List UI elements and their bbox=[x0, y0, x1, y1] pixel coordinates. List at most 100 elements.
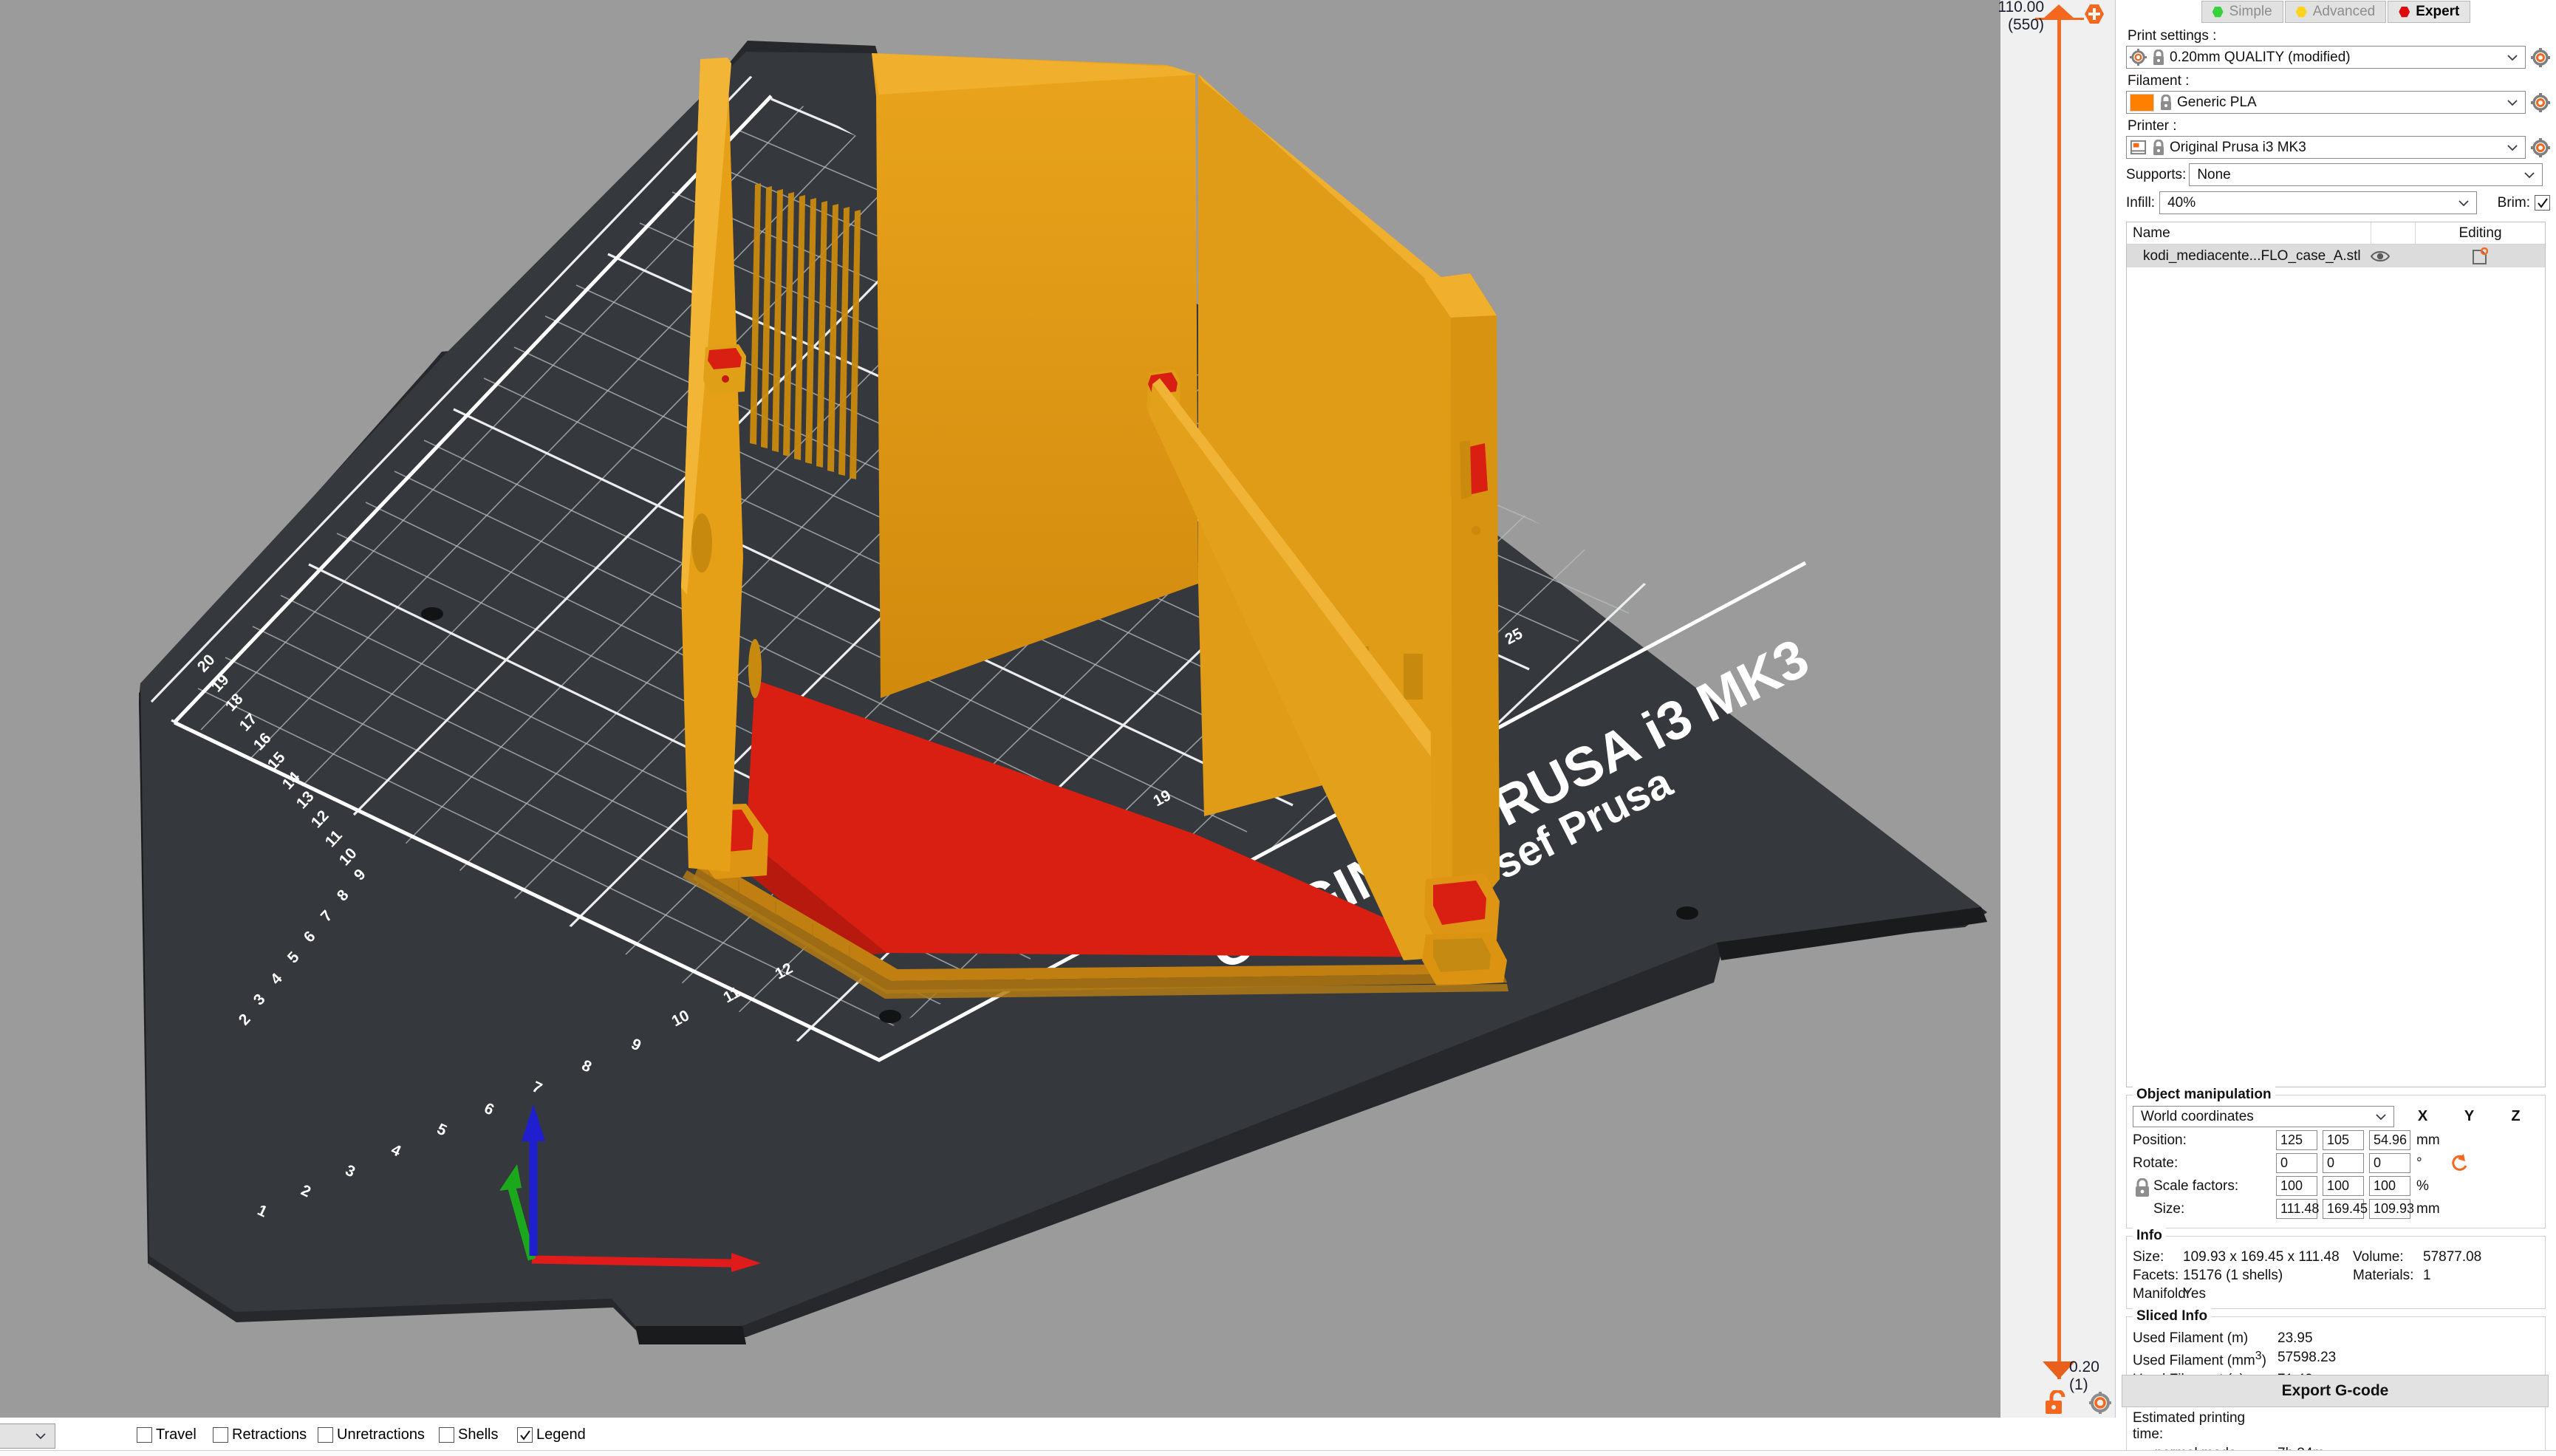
chevron-down-icon[interactable] bbox=[2457, 196, 2470, 210]
tab-expert[interactable]: Expert bbox=[2388, 1, 2470, 23]
object-manipulation-group: Object manipulation World coordinates X … bbox=[2126, 1095, 2546, 1228]
layer-slider-panel[interactable]: 110.00 (550) 0.20 (1) bbox=[2000, 0, 2115, 1418]
column-header-editing: Editing bbox=[2415, 222, 2545, 245]
legend-checkbox-row[interactable]: Legend bbox=[517, 1426, 586, 1443]
infill-combo[interactable]: 40% bbox=[2159, 191, 2477, 214]
infill-brim-row: Infill: 40% Brim: bbox=[2126, 191, 2550, 214]
coordinate-system-combo[interactable]: World coordinates bbox=[2133, 1106, 2394, 1127]
size-x-input[interactable]: 111.48 bbox=[2276, 1199, 2317, 1219]
lock-closed-icon bbox=[2159, 95, 2173, 111]
column-header-name: Name bbox=[2127, 225, 2371, 242]
print-settings-label: Print settings : bbox=[2128, 28, 2550, 44]
info-volume-value: 57877.08 bbox=[2423, 1249, 2481, 1265]
tab-expert-label: Expert bbox=[2416, 4, 2459, 20]
printer-gear-icon[interactable] bbox=[2531, 138, 2550, 157]
expert-mode-dot-icon bbox=[2399, 7, 2410, 18]
retractions-checkbox[interactable] bbox=[213, 1427, 228, 1443]
uniform-scale-lock-icon[interactable] bbox=[2134, 1178, 2150, 1197]
layer-slider-top-label: 110.00 (550) bbox=[1970, 0, 2044, 34]
unlock-icon[interactable] bbox=[2043, 1390, 2072, 1415]
brim-checkbox[interactable] bbox=[2535, 195, 2550, 211]
brim-label: Brim: bbox=[2498, 195, 2530, 211]
eye-icon[interactable] bbox=[2371, 250, 2390, 263]
unretractions-checkbox[interactable] bbox=[318, 1427, 333, 1443]
check-icon bbox=[2537, 197, 2549, 209]
size-row: Size: 111.48 169.45 109.93 mm bbox=[2133, 1199, 2539, 1219]
export-gcode-button[interactable]: Export G-code bbox=[2122, 1375, 2549, 1407]
printer-icon bbox=[2130, 139, 2147, 156]
filament-value: Generic PLA bbox=[2173, 95, 2506, 111]
info-size-label: Size: bbox=[2133, 1249, 2183, 1265]
scale-row: Scale factors: 100 100 100 % bbox=[2133, 1176, 2539, 1196]
3d-scene[interactable]: 1 2 3 4 5 6 7 8 9 10 11 12 13 14 15 16 1 bbox=[0, 0, 2000, 1418]
chevron-down-icon[interactable] bbox=[34, 1429, 47, 1443]
object-list[interactable]: Name Editing kodi_mediacente...FLO_case_… bbox=[2126, 222, 2546, 1087]
rotate-z-input[interactable]: 0 bbox=[2369, 1153, 2410, 1173]
size-z-input[interactable]: 109.93 bbox=[2369, 1199, 2410, 1219]
layer-bottom-height: 0.20 bbox=[2069, 1358, 2099, 1375]
coordinate-system-value: World coordinates bbox=[2136, 1109, 2374, 1125]
filament-gear-icon[interactable] bbox=[2531, 93, 2550, 112]
position-z-input[interactable]: 54.96 bbox=[2369, 1130, 2410, 1150]
tab-advanced[interactable]: Advanced bbox=[2285, 1, 2387, 23]
supports-row: Supports: None bbox=[2126, 163, 2550, 186]
info-size-value: 109.93 x 169.45 x 111.48 bbox=[2183, 1249, 2353, 1265]
feature-type-combo[interactable]: ypes bbox=[0, 1423, 55, 1449]
unretractions-checkbox-row[interactable]: Unretractions bbox=[318, 1426, 425, 1443]
object-list-row[interactable]: kodi_mediacente...FLO_case_A.stl bbox=[2127, 245, 2545, 267]
feature-type-value: ypes bbox=[0, 1428, 34, 1445]
scale-x-input[interactable]: 100 bbox=[2276, 1176, 2317, 1196]
object-editing-cell[interactable] bbox=[2415, 247, 2545, 265]
filament-combo[interactable]: Generic PLA bbox=[2126, 91, 2526, 114]
travel-checkbox-row[interactable]: Travel bbox=[137, 1426, 197, 1443]
travel-checkbox[interactable] bbox=[137, 1427, 152, 1443]
object-visibility-cell[interactable] bbox=[2371, 250, 2415, 263]
retractions-checkbox-row[interactable]: Retractions bbox=[213, 1426, 307, 1443]
print-settings-combo[interactable]: 0.20mm QUALITY (modified) bbox=[2126, 46, 2526, 69]
info-size-line: Size: 109.93 x 169.45 x 111.48 Volume: 5… bbox=[2133, 1249, 2539, 1265]
scale-z-input[interactable]: 100 bbox=[2369, 1176, 2410, 1196]
supports-combo[interactable]: None bbox=[2189, 163, 2543, 186]
tab-simple[interactable]: Simple bbox=[2201, 1, 2283, 23]
print-preset-icon bbox=[2130, 49, 2147, 66]
column-header-visibility bbox=[2371, 222, 2415, 245]
chevron-down-icon[interactable] bbox=[2506, 96, 2519, 109]
printer-value: Original Prusa i3 MK3 bbox=[2165, 140, 2506, 156]
shells-checkbox[interactable] bbox=[439, 1427, 454, 1443]
axis-header-z: Z bbox=[2492, 1108, 2539, 1125]
sliced-value-filament-mm3: 57598.23 bbox=[2277, 1350, 2336, 1369]
chevron-down-icon[interactable] bbox=[2506, 51, 2519, 64]
layer-slider-track[interactable] bbox=[2057, 16, 2061, 1379]
3d-viewport[interactable]: 1 2 3 4 5 6 7 8 9 10 11 12 13 14 15 16 1 bbox=[0, 0, 2000, 1418]
size-y-input[interactable]: 169.45 bbox=[2323, 1199, 2364, 1219]
chevron-down-icon[interactable] bbox=[2374, 1110, 2388, 1124]
sliced-label-filament-mm3: Used Filament (mm3) bbox=[2133, 1350, 2277, 1369]
rotate-x-input[interactable]: 0 bbox=[2276, 1153, 2317, 1173]
chevron-down-icon[interactable] bbox=[2523, 168, 2536, 182]
tab-advanced-label: Advanced bbox=[2313, 4, 2376, 20]
layer-top-height: 110.00 bbox=[1998, 0, 2044, 16]
settings-page-icon[interactable] bbox=[2472, 247, 2488, 265]
gear-icon[interactable] bbox=[2089, 1392, 2111, 1414]
legend-checkbox[interactable] bbox=[517, 1427, 533, 1443]
retractions-label: Retractions bbox=[232, 1426, 307, 1443]
reset-rotation-icon[interactable] bbox=[2450, 1154, 2470, 1173]
rotate-y-input[interactable]: 0 bbox=[2323, 1153, 2364, 1173]
position-x-input[interactable]: 125 bbox=[2276, 1130, 2317, 1150]
scale-y-input[interactable]: 100 bbox=[2323, 1176, 2364, 1196]
layer-slider-upper-thumb[interactable] bbox=[2043, 4, 2075, 19]
plus-hex-icon[interactable] bbox=[2084, 4, 2105, 24]
info-facets-value: 15176 (1 shells) bbox=[2183, 1268, 2353, 1284]
travel-label: Travel bbox=[156, 1426, 197, 1443]
sliced-label-est-time: Estimated printing time: bbox=[2133, 1410, 2277, 1443]
status-bar bbox=[0, 1450, 2556, 1456]
print-settings-gear-icon[interactable] bbox=[2531, 48, 2550, 67]
advanced-mode-dot-icon bbox=[2296, 7, 2307, 18]
position-y-input[interactable]: 105 bbox=[2323, 1130, 2364, 1150]
info-materials-label: Materials: bbox=[2353, 1268, 2423, 1284]
chevron-down-icon[interactable] bbox=[2506, 141, 2519, 154]
filament-row: Generic PLA bbox=[2126, 91, 2550, 114]
shells-checkbox-row[interactable]: Shells bbox=[439, 1426, 498, 1443]
infill-value: 40% bbox=[2163, 195, 2457, 211]
printer-combo[interactable]: Original Prusa i3 MK3 bbox=[2126, 136, 2526, 159]
